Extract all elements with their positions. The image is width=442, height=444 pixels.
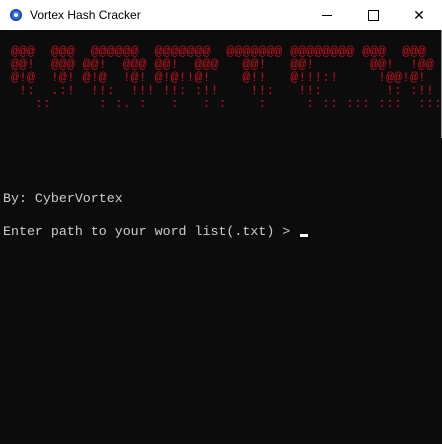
console-area[interactable]: @@@ @@@ @@@@@@ @@@@@@@ @@@@@@@ @@@@@@@@ … [0,30,442,444]
prompt-text: Enter path to your word list(.txt) > [3,224,299,239]
close-button[interactable]: ✕ [396,0,442,30]
title-bar: Vortex Hash Cracker ✕ [0,0,442,30]
author-line: By: CyberVortex [3,191,123,206]
window-title: Vortex Hash Cracker [30,8,141,22]
maximize-button[interactable] [350,0,396,30]
minimize-icon [322,14,332,16]
gear-icon [10,9,22,21]
minimize-button[interactable] [304,0,350,30]
prompt-line: Enter path to your word list(.txt) > [3,224,309,239]
text-cursor [300,234,309,237]
maximize-icon [367,9,379,21]
close-icon: ✕ [413,6,425,23]
ascii-banner: @@@ @@@ @@@@@@ @@@@@@@ @@@@@@@ @@@@@@@@ … [10,44,442,111]
